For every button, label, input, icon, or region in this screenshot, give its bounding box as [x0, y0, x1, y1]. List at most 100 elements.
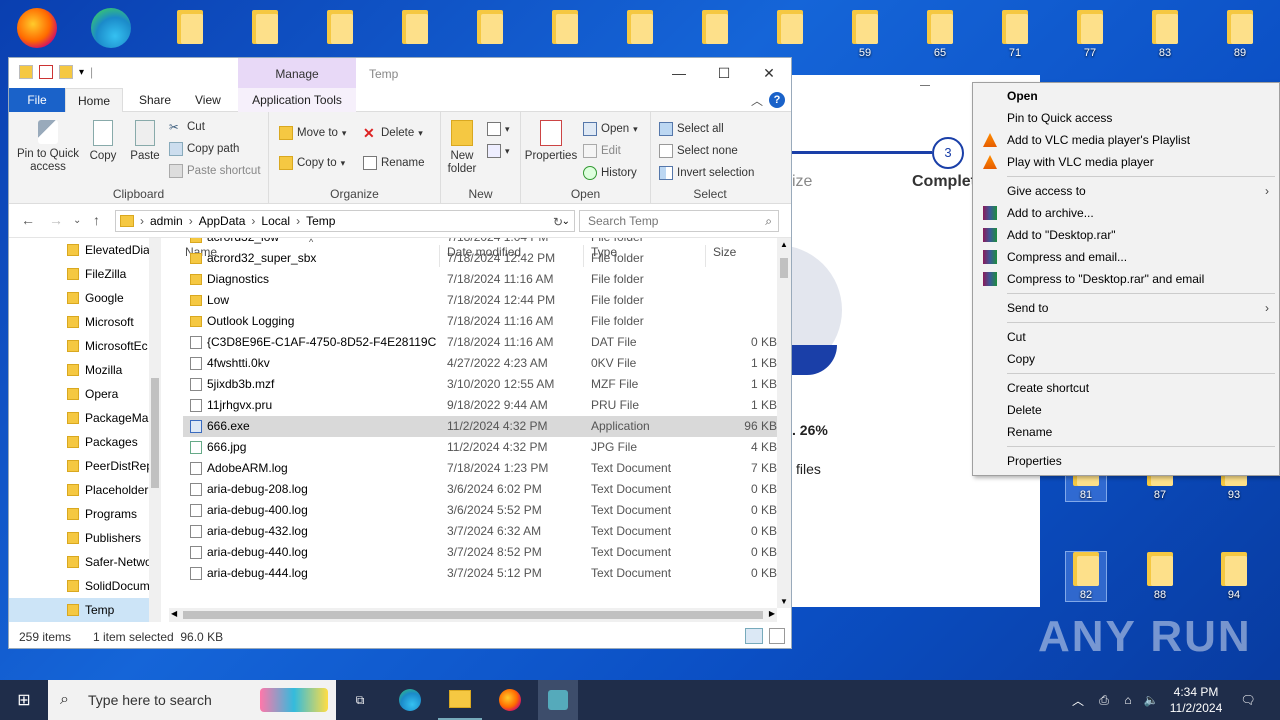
scroll-down-icon[interactable]: ▼ — [780, 597, 788, 606]
breadcrumb-appdata[interactable]: AppData — [199, 214, 246, 228]
context-menu-item[interactable]: Add to "Desktop.rar" — [973, 224, 1279, 246]
nav-item[interactable]: ElevatedDia — [9, 238, 149, 262]
taskbar-explorer-icon[interactable] — [438, 680, 482, 720]
new-item-button[interactable]: ▾ — [487, 122, 510, 136]
rename-button[interactable]: Rename — [363, 156, 424, 170]
scroll-left-icon[interactable]: ◀ — [171, 609, 177, 618]
tab-application-tools[interactable]: Application Tools — [238, 88, 356, 112]
show-hidden-icons[interactable]: ︿ — [1068, 680, 1088, 720]
context-menu-item[interactable]: Copy — [973, 348, 1279, 370]
invert-selection-button[interactable]: Invert selection — [659, 166, 754, 180]
breadcrumb-local[interactable]: Local — [261, 214, 290, 228]
nav-item[interactable]: SolidDocum — [9, 574, 149, 598]
taskbar-app-icon[interactable] — [538, 680, 578, 720]
move-to-button[interactable]: Move to ▾ — [279, 126, 346, 140]
open-button[interactable]: Open ▾ — [583, 122, 638, 136]
edit-button[interactable]: Edit — [583, 144, 621, 158]
collapse-ribbon-icon[interactable]: ︿ — [751, 92, 763, 109]
nav-item[interactable]: Microsoft — [9, 310, 149, 334]
desktop-icon[interactable] — [12, 6, 62, 54]
refresh-icon[interactable]: ↻ — [553, 215, 563, 229]
file-row[interactable]: AdobeARM.log 7/18/2024 1:23 PM Text Docume… — [183, 458, 777, 479]
nav-item[interactable]: Opera — [9, 382, 149, 406]
paste-button[interactable]: Paste — [125, 120, 165, 163]
desktop-folder[interactable] — [470, 10, 510, 44]
desktop-icon[interactable] — [86, 6, 136, 54]
easy-access-button[interactable]: ▾ — [487, 144, 510, 158]
navigation-scrollbar[interactable] — [149, 238, 161, 622]
desktop-folder[interactable] — [170, 10, 210, 44]
desktop-folder[interactable] — [620, 10, 660, 44]
copy-button[interactable]: Copy — [83, 120, 123, 163]
desktop-folder[interactable] — [320, 10, 360, 44]
tab-share[interactable]: Share — [127, 88, 183, 112]
nav-item[interactable]: PeerDistRep — [9, 454, 149, 478]
nav-item[interactable]: FileZilla — [9, 262, 149, 286]
desktop-folder[interactable] — [695, 10, 735, 44]
taskbar-edge-icon[interactable] — [390, 680, 430, 720]
history-button[interactable]: History — [583, 166, 637, 180]
nav-item[interactable]: MicrosoftEc — [9, 334, 149, 358]
file-row[interactable]: {C3D8E96E-C1AF-4750-8D52-F4E28119C1... 7/… — [183, 332, 777, 353]
tab-manage[interactable]: Manage — [238, 58, 356, 88]
copy-path-button[interactable]: Copy path — [169, 142, 239, 156]
minimize-button[interactable]: — — [659, 62, 699, 84]
desktop-folder[interactable]: 71 — [995, 10, 1035, 59]
properties-icon[interactable] — [39, 65, 53, 79]
close-button[interactable]: ✕ — [749, 62, 789, 84]
maximize-button[interactable]: ☐ — [704, 62, 744, 84]
nav-item[interactable]: Packages — [9, 430, 149, 454]
context-menu-item[interactable]: Open — [973, 85, 1279, 107]
context-menu-item[interactable]: Create shortcut — [973, 377, 1279, 399]
network-icon[interactable]: ⌂ — [1118, 680, 1138, 720]
select-all-button[interactable]: Select all — [659, 122, 724, 136]
file-row[interactable]: aria-debug-208.log 3/6/2024 6:02 PM Text D… — [183, 479, 777, 500]
up-arrow-icon[interactable]: ↑ — [93, 212, 100, 228]
desktop-folder[interactable]: 89 — [1220, 10, 1260, 59]
desktop-folder[interactable]: 59 — [845, 10, 885, 59]
scroll-up-icon[interactable]: ▲ — [780, 240, 788, 249]
volume-icon[interactable]: 🔈 — [1140, 680, 1162, 720]
desktop-folder[interactable]: 65 — [920, 10, 960, 59]
address-bar[interactable]: › admin › AppData › Local › Temp ⌄ — [115, 210, 575, 232]
nav-item[interactable]: Publishers — [9, 526, 149, 550]
file-row[interactable]: aria-debug-432.log 3/7/2024 6:32 AM Text D… — [183, 521, 777, 542]
back-arrow-icon[interactable]: ← — [21, 212, 35, 228]
copy-to-button[interactable]: Copy to ▾ — [279, 156, 345, 170]
tab-home[interactable]: Home — [65, 88, 123, 112]
vertical-scrollbar[interactable]: ▲ ▼ — [777, 238, 791, 608]
search-input[interactable]: Search Temp ⌕ — [579, 210, 779, 232]
file-row[interactable]: 5jixdb3b.mzf 3/10/2020 12:55 AM MZF File 1 … — [183, 374, 777, 395]
large-icons-view-icon[interactable] — [769, 628, 785, 644]
file-row[interactable]: acrord32_super_sbx 7/18/2024 12:42 PM File… — [183, 248, 777, 269]
delete-button[interactable]: ✕ Delete ▾ — [363, 126, 423, 140]
desktop-folder[interactable]: 94 — [1214, 552, 1254, 601]
folder-icon[interactable] — [19, 65, 33, 79]
context-menu-item[interactable]: Add to archive... — [973, 202, 1279, 224]
file-row[interactable]: 666.exe 11/2/2024 4:32 PM Application 96 KB — [183, 416, 777, 437]
scrollbar-thumb[interactable] — [183, 611, 763, 619]
recent-locations-icon[interactable]: ⌄ — [73, 215, 81, 226]
file-row[interactable]: aria-debug-440.log 3/7/2024 8:52 PM Text D… — [183, 542, 777, 563]
breadcrumb-temp[interactable]: Temp — [306, 214, 335, 228]
new-folder-icon[interactable] — [59, 65, 73, 79]
file-row[interactable]: 666.jpg 11/2/2024 4:32 PM JPG File 4 KB — [183, 437, 777, 458]
file-row[interactable]: acrord32_low 7/18/2024 1:04 PM File folder — [183, 238, 777, 248]
clock[interactable]: 4:34 PM 11/2/2024 — [1164, 684, 1228, 716]
context-menu-item[interactable]: Send to › — [973, 297, 1279, 319]
horizontal-scrollbar[interactable]: ◀ ▶ — [169, 608, 777, 622]
file-row[interactable]: 4fwshtti.0kv 4/27/2022 4:23 AM 0KV File 1 K… — [183, 353, 777, 374]
help-icon[interactable]: ? — [769, 92, 785, 108]
file-row[interactable]: aria-debug-400.log 3/6/2024 5:52 PM Text D… — [183, 500, 777, 521]
file-row[interactable]: aria-debug-444.log 3/7/2024 5:12 PM Text D… — [183, 563, 777, 584]
scrollbar-thumb[interactable] — [780, 258, 788, 278]
desktop-folder[interactable]: 88 — [1140, 552, 1180, 601]
details-view-icon[interactable] — [745, 628, 763, 644]
paste-shortcut-button[interactable]: Paste shortcut — [169, 164, 261, 178]
notifications-icon[interactable]: 🗨 — [1236, 680, 1260, 720]
context-menu-item[interactable]: Compress and email... — [973, 246, 1279, 268]
device-icon[interactable]: ⎙ — [1094, 680, 1114, 720]
qat-dropdown-icon[interactable]: ▾ — [79, 67, 84, 78]
context-menu-item[interactable]: Give access to › — [973, 180, 1279, 202]
forward-arrow-icon[interactable]: → — [49, 212, 63, 228]
